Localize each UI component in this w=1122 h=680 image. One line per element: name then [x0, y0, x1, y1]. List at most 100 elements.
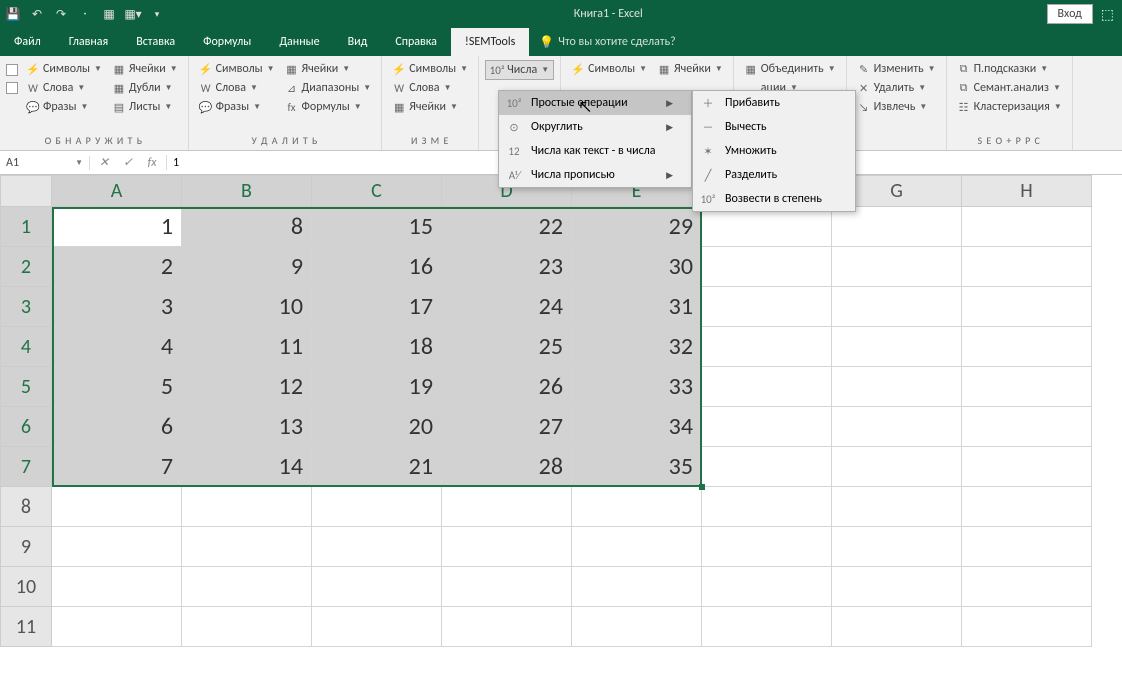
ribbon-ячейки[interactable]: ▦Ячейки▼ [388, 98, 472, 116]
cell-D6[interactable]: 27 [442, 407, 572, 447]
fx-icon[interactable]: fx [144, 156, 160, 170]
row-header-9[interactable]: 9 [0, 527, 52, 567]
tab-вид[interactable]: Вид [334, 28, 382, 56]
cell-A7[interactable]: 7 [52, 447, 182, 487]
cell-F7[interactable] [702, 447, 832, 487]
row-header-5[interactable]: 5 [0, 367, 52, 407]
ribbon-слова[interactable]: WСлова▼ [22, 79, 106, 97]
ribbon-дубли[interactable]: ▦Дубли▼ [108, 79, 182, 97]
ribbon-извлечь[interactable]: ↘Извлечь▼ [853, 98, 940, 116]
cell-C10[interactable] [312, 567, 442, 607]
cell-F4[interactable] [702, 327, 832, 367]
save-icon[interactable]: 💾 [4, 5, 22, 23]
cell-B6[interactable]: 13 [182, 407, 312, 447]
cell-H8[interactable] [962, 487, 1092, 527]
checkbox[interactable] [6, 64, 18, 76]
cell-D1[interactable]: 22 [442, 207, 572, 247]
cell-H2[interactable] [962, 247, 1092, 287]
cell-D10[interactable] [442, 567, 572, 607]
cell-C8[interactable] [312, 487, 442, 527]
row-header-11[interactable]: 11 [0, 607, 52, 647]
row-header-1[interactable]: 1 [0, 207, 52, 247]
menu-item-Вычесть[interactable]: －Вычесть [693, 115, 855, 139]
cell-E1[interactable]: 29 [572, 207, 702, 247]
col-header-A[interactable]: A [52, 175, 182, 207]
numbers-menu[interactable]: 10²Простые операции▶⊙Округлить▶12Числа к… [498, 90, 692, 188]
ribbon-символы[interactable]: ⚡Символы▼ [195, 60, 279, 78]
row-header-3[interactable]: 3 [0, 287, 52, 327]
login-button[interactable]: Вход [1047, 4, 1093, 24]
ribbon-числа[interactable]: 10²Числа▼ [485, 60, 554, 80]
cell-H1[interactable] [962, 207, 1092, 247]
cell-E2[interactable]: 30 [572, 247, 702, 287]
qat-customize-icon[interactable]: ▾ [148, 5, 166, 23]
ribbon-ячейки[interactable]: ▦Ячейки▼ [281, 60, 376, 78]
cell-E8[interactable] [572, 487, 702, 527]
row-header-8[interactable]: 8 [0, 487, 52, 527]
cell-G8[interactable] [832, 487, 962, 527]
ribbon-объединить[interactable]: ▦Объединить▼ [740, 60, 840, 78]
ribbon-символы[interactable]: ⚡Символы▼ [567, 60, 651, 78]
ribbon-листы[interactable]: ▤Листы▼ [108, 98, 182, 116]
cell-G6[interactable] [832, 407, 962, 447]
cell-F11[interactable] [702, 607, 832, 647]
cell-D9[interactable] [442, 527, 572, 567]
cell-B10[interactable] [182, 567, 312, 607]
cell-E11[interactable] [572, 607, 702, 647]
menu-item-Разделить[interactable]: ╱Разделить [693, 163, 855, 187]
ribbon-фразы[interactable]: 💬Фразы▼ [22, 98, 106, 116]
tab-данные[interactable]: Данные [265, 28, 333, 56]
cell-H7[interactable] [962, 447, 1092, 487]
cell-C6[interactable]: 20 [312, 407, 442, 447]
ribbon-ячейки[interactable]: ▦Ячейки▼ [653, 60, 727, 78]
menu-item-Числа прописью[interactable]: А⅟Числа прописью▶ [499, 163, 691, 187]
cell-A3[interactable]: 3 [52, 287, 182, 327]
qat-extra2-icon[interactable]: ▦▾ [124, 5, 142, 23]
ribbon-слова[interactable]: WСлова▼ [195, 79, 279, 97]
cell-A9[interactable] [52, 527, 182, 567]
cell-A10[interactable] [52, 567, 182, 607]
cell-D8[interactable] [442, 487, 572, 527]
cell-G7[interactable] [832, 447, 962, 487]
qat-extra1-icon[interactable]: ▦ [100, 5, 118, 23]
row-header-6[interactable]: 6 [0, 407, 52, 447]
cell-D3[interactable]: 24 [442, 287, 572, 327]
cell-C5[interactable]: 19 [312, 367, 442, 407]
cell-E7[interactable]: 35 [572, 447, 702, 487]
cell-E4[interactable]: 32 [572, 327, 702, 367]
cell-D11[interactable] [442, 607, 572, 647]
ribbon-п.подсказки[interactable]: ⧉П.подсказки▼ [953, 60, 1066, 78]
ribbon-ячейки[interactable]: ▦Ячейки▼ [108, 60, 182, 78]
enter-icon[interactable]: ✓ [120, 155, 136, 170]
cell-C11[interactable] [312, 607, 442, 647]
ribbon-символы[interactable]: ⚡Символы▼ [388, 60, 472, 78]
cell-F5[interactable] [702, 367, 832, 407]
tab-главная[interactable]: Главная [55, 28, 122, 56]
cell-G9[interactable] [832, 527, 962, 567]
select-all-corner[interactable] [0, 175, 52, 207]
menu-item-Округлить[interactable]: ⊙Округлить▶ [499, 115, 691, 139]
cell-H10[interactable] [962, 567, 1092, 607]
cell-G4[interactable] [832, 327, 962, 367]
row-header-10[interactable]: 10 [0, 567, 52, 607]
col-header-B[interactable]: B [182, 175, 312, 207]
cell-E3[interactable]: 31 [572, 287, 702, 327]
cell-F1[interactable] [702, 207, 832, 247]
tab-файл[interactable]: Файл [0, 28, 55, 56]
cell-D4[interactable]: 25 [442, 327, 572, 367]
simple-ops-submenu[interactable]: ＋Прибавить－Вычесть✶Умножить╱Разделить10²… [692, 90, 856, 212]
cell-E6[interactable]: 34 [572, 407, 702, 447]
menu-item-Возвести в степень[interactable]: 10²Возвести в степень [693, 187, 855, 211]
cell-G2[interactable] [832, 247, 962, 287]
cell-H9[interactable] [962, 527, 1092, 567]
cell-A1[interactable]: 1 [52, 207, 182, 247]
cell-H11[interactable] [962, 607, 1092, 647]
cell-G5[interactable] [832, 367, 962, 407]
cell-A6[interactable]: 6 [52, 407, 182, 447]
cell-B1[interactable]: 8 [182, 207, 312, 247]
ribbon-кластеризация[interactable]: ☷Кластеризация▼ [953, 98, 1066, 116]
undo-icon[interactable]: ↶ [28, 5, 46, 23]
cell-B8[interactable] [182, 487, 312, 527]
cell-B3[interactable]: 10 [182, 287, 312, 327]
ribbon-слова[interactable]: WСлова▼ [388, 79, 472, 97]
